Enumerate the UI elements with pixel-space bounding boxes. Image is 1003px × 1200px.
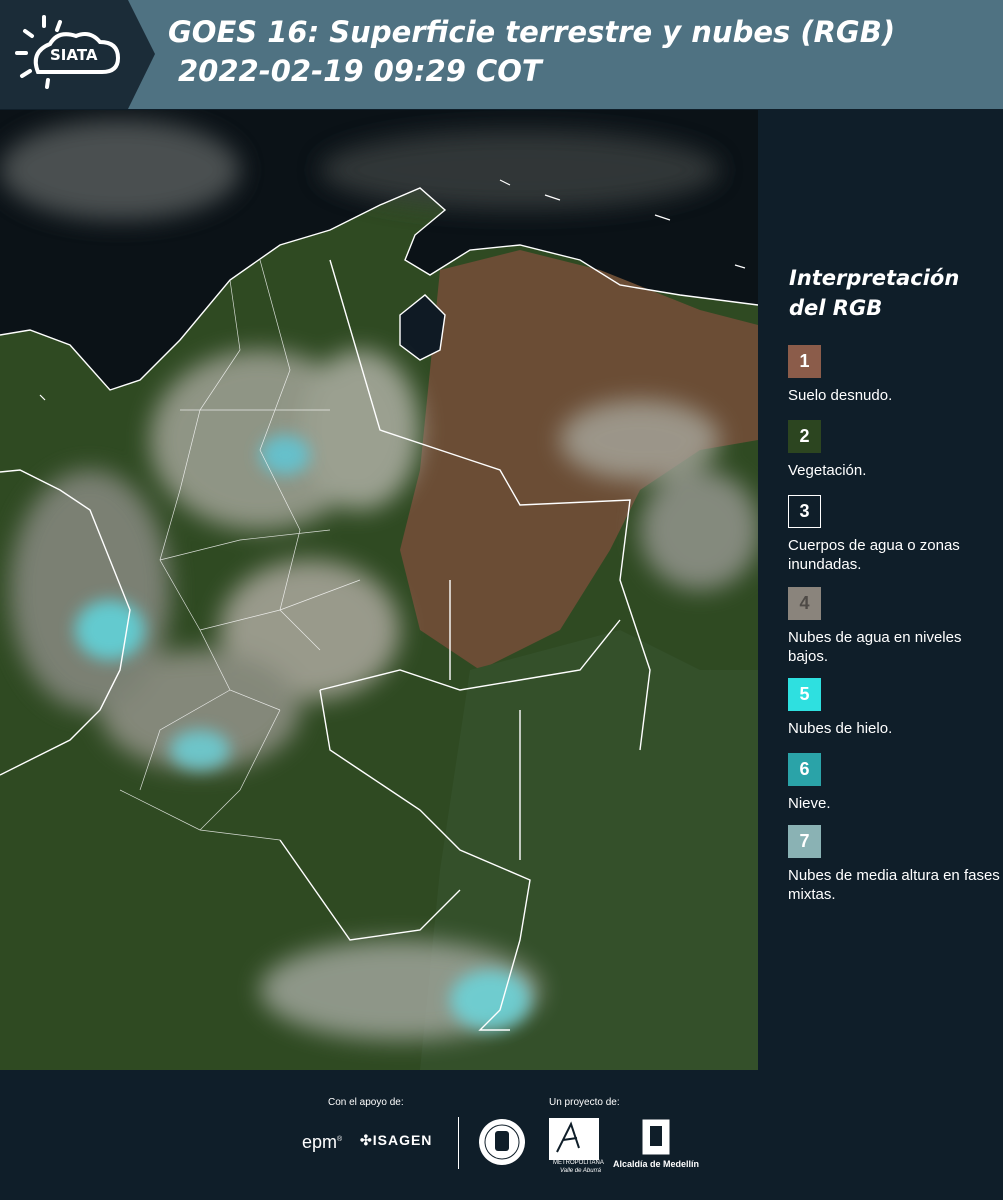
legend-number: 2	[799, 426, 810, 446]
legend-label: Vegetación.	[788, 462, 867, 479]
legend-item-ice-clouds: 5 Nubes de hielo.	[788, 678, 1003, 738]
legend-swatch: 1	[788, 345, 821, 378]
legend-item-water-bodies: 3 Cuerpos de agua o zonas inundadas.	[788, 495, 1003, 574]
siata-logo-text: SIATA	[50, 46, 98, 64]
legend-label: Cuerpos de agua o zonas inundadas.	[788, 537, 960, 573]
legend-number: 4	[799, 593, 810, 613]
project-label: Un proyecto de:	[549, 1097, 620, 1108]
legend-label: Nubes de media altura en fases mixtas.	[788, 867, 1000, 903]
footer: Con el apoyo de: Un proyecto de: epm® ✣I…	[0, 1070, 1003, 1200]
legend-panel: Interpretación del RGB 1 Suelo desnudo. …	[760, 110, 1003, 1070]
map-title: GOES 16: Superficie terrestre y nubes (R…	[168, 15, 896, 49]
legend-swatch: 7	[788, 825, 821, 858]
legend-swatch: 3	[788, 495, 821, 528]
area-metropolitana-name: METROPOLITANA	[553, 1160, 604, 1166]
legend-item-snow: 6 Nieve.	[788, 753, 1003, 813]
legend-label: Nubes de agua en niveles bajos.	[788, 629, 962, 665]
map-timestamp: 2022-02-19 09:29 COT	[178, 54, 542, 88]
alcaldia-name: Alcaldía de Medellín	[613, 1159, 700, 1169]
legend-label: Nubes de hielo.	[788, 720, 893, 737]
legend-swatch: 4	[788, 587, 821, 620]
epm-logo-text: epm	[302, 1132, 338, 1152]
legend-number: 5	[799, 684, 810, 704]
area-metropolitana-logo	[549, 1118, 599, 1165]
legend-item-mixed-phase-clouds: 7 Nubes de media altura en fases mixtas.	[788, 825, 1003, 904]
footer-divider	[458, 1117, 459, 1169]
legend-item-bare-soil: 1 Suelo desnudo.	[788, 345, 1003, 405]
legend-label: Suelo desnudo.	[788, 387, 893, 404]
epm-logo: epm®	[302, 1132, 343, 1152]
header-bar: SIATA GOES 16: Superficie terrestre y nu…	[0, 0, 1003, 109]
siata-logo: SIATA	[0, 0, 155, 109]
medellin-seal-icon	[478, 1118, 526, 1171]
satellite-map	[0, 110, 758, 1070]
legend-swatch: 5	[788, 678, 821, 711]
isagen-logo-text: ISAGEN	[372, 1132, 433, 1148]
legend-number: 7	[799, 831, 810, 851]
isagen-logo: ✣ISAGEN	[360, 1132, 432, 1149]
alcaldia-shield-icon	[641, 1118, 671, 1161]
area-metropolitana-subtitle: Valle de Aburrá	[560, 1168, 601, 1174]
legend-number: 1	[799, 351, 810, 371]
legend-number: 3	[799, 501, 810, 521]
legend-swatch: 6	[788, 753, 821, 786]
legend-title: Interpretación del RGB	[789, 266, 960, 320]
legend-label: Nieve.	[788, 795, 831, 812]
legend-number: 6	[799, 759, 810, 779]
legend-item-low-water-clouds: 4 Nubes de agua en niveles bajos.	[788, 587, 1003, 666]
support-label: Con el apoyo de:	[328, 1097, 404, 1108]
legend-swatch: 2	[788, 420, 821, 453]
legend-item-vegetation: 2 Vegetación.	[788, 420, 1003, 480]
isagen-mark-icon: ✣	[360, 1132, 373, 1148]
